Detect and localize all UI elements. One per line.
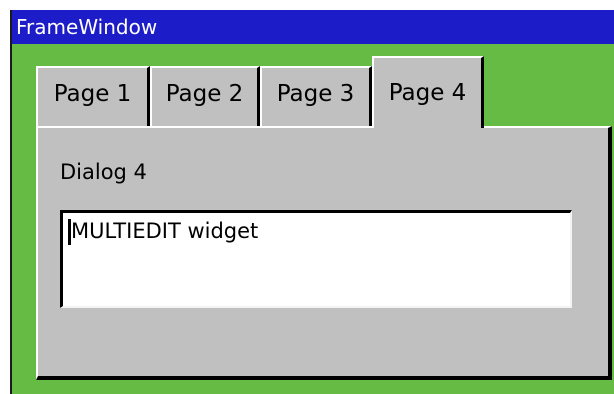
frame-window: FrameWindow Page 1 Page 2 Page 3 Page 4 … bbox=[10, 10, 614, 394]
tab-page-2[interactable]: Page 2 bbox=[150, 66, 260, 128]
tab-panel-page-4: Dialog 4 MULTIEDIT widget bbox=[36, 126, 612, 380]
window-title[interactable]: FrameWindow bbox=[12, 10, 614, 44]
dialog-label: Dialog 4 bbox=[60, 160, 147, 184]
text-caret bbox=[68, 219, 71, 245]
multiedit-field[interactable]: MULTIEDIT widget bbox=[60, 210, 572, 308]
multiedit-text: MULTIEDIT widget bbox=[71, 219, 259, 243]
tab-page-4[interactable]: Page 4 bbox=[372, 56, 484, 128]
tab-page-3[interactable]: Page 3 bbox=[260, 66, 372, 128]
tab-page-1[interactable]: Page 1 bbox=[36, 66, 150, 128]
